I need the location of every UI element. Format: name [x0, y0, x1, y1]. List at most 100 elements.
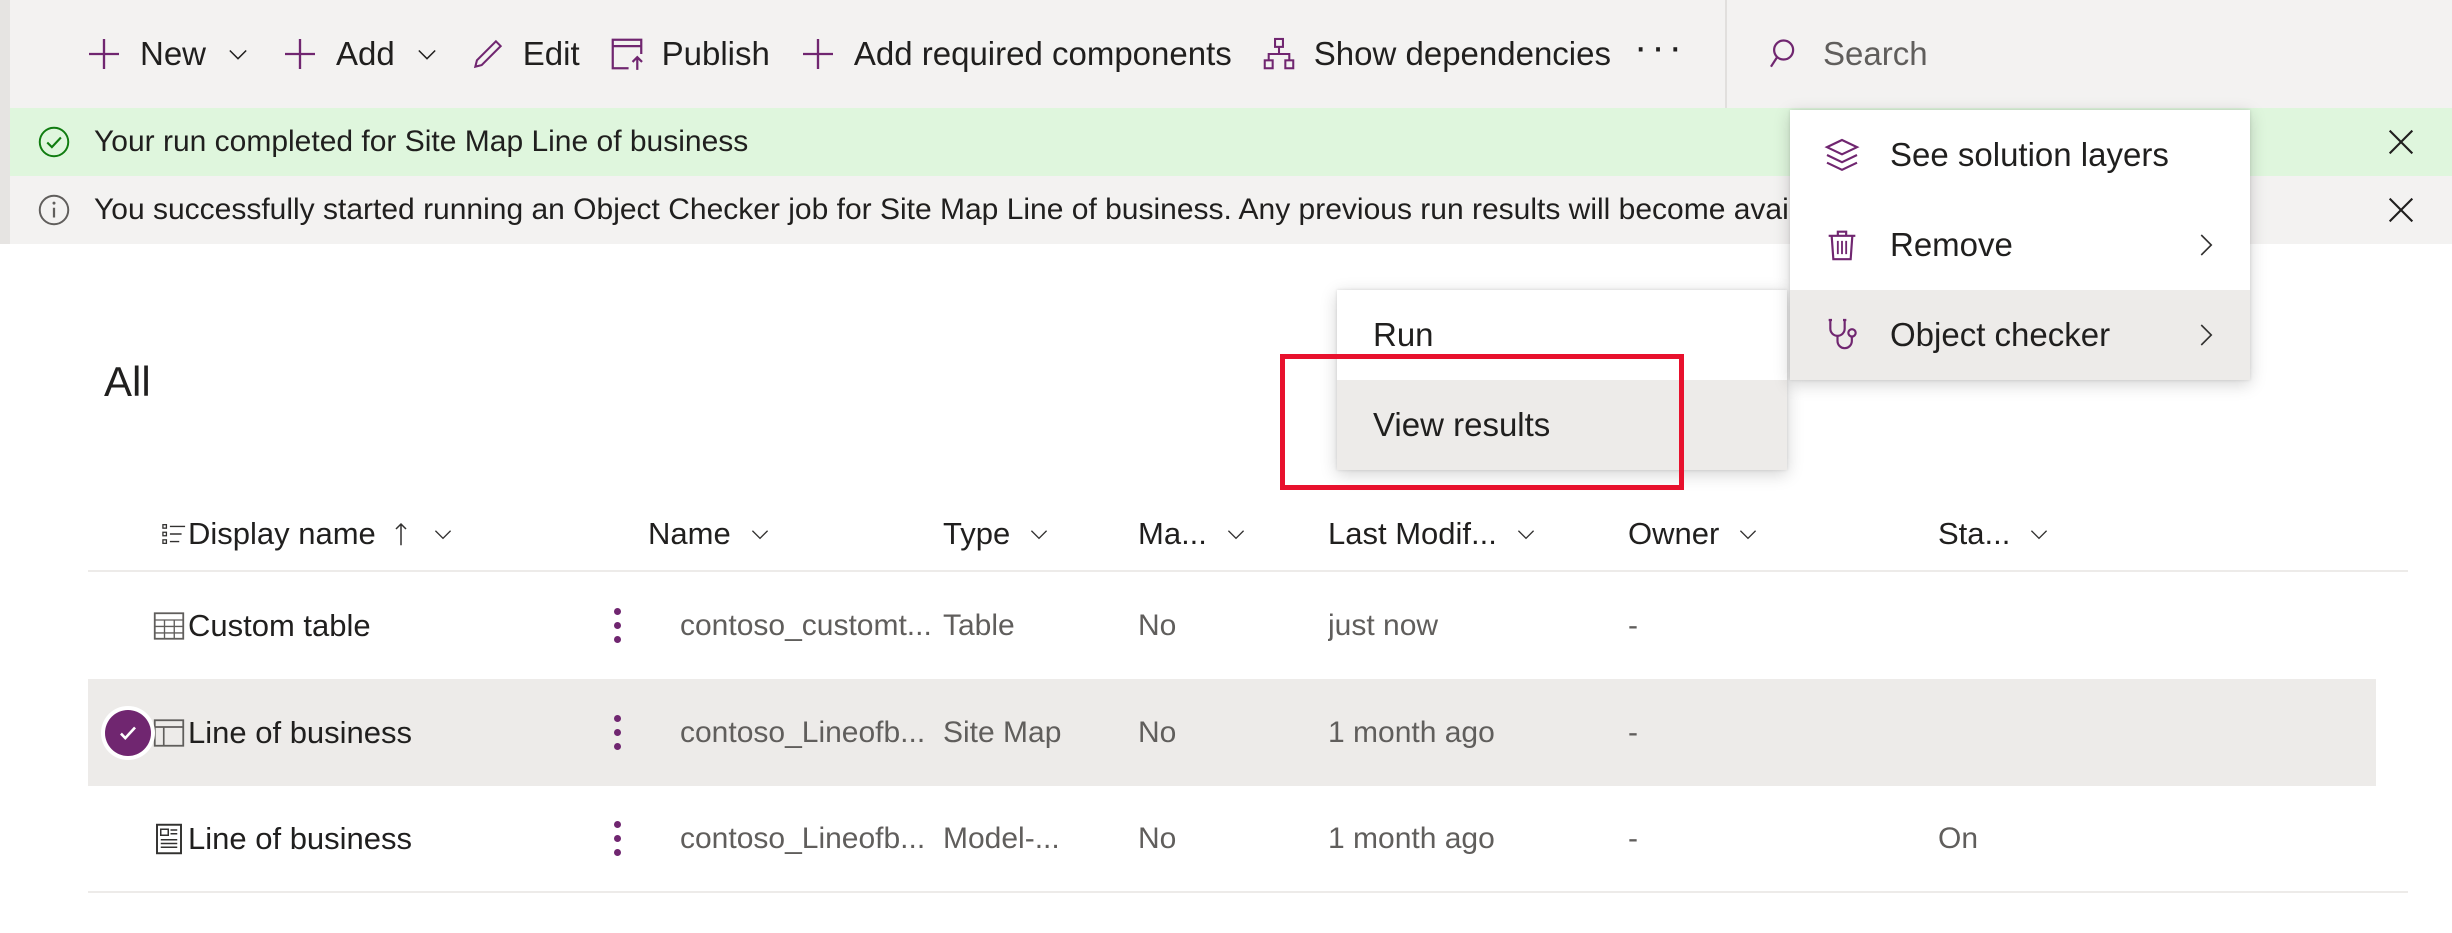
submenu-item-view-results[interactable]: View results [1337, 380, 1787, 470]
chevron-right-icon [2190, 320, 2220, 350]
pencil-icon [469, 35, 507, 73]
command-bar-items: New Add Edit [0, 0, 1956, 108]
dependencies-icon [1260, 35, 1298, 73]
more-commands-button[interactable]: ··· [1625, 0, 1695, 108]
cell-owner: - [1628, 609, 1938, 643]
show-dependencies-label: Show dependencies [1314, 35, 1611, 73]
search-icon [1767, 35, 1805, 73]
cell-last-modified: 1 month ago [1328, 822, 1628, 856]
chevron-down-icon[interactable] [430, 521, 456, 547]
column-header-name[interactable]: Name [648, 516, 943, 552]
cell-managed: No [1138, 822, 1328, 856]
cell-display-name: Line of business [188, 821, 586, 857]
cell-name: contoso_customt... [648, 609, 943, 643]
solution-objects-page: New Add Edit [0, 0, 2452, 933]
column-header-name-label: Name [648, 516, 731, 552]
close-icon[interactable] [2376, 185, 2426, 235]
table-row[interactable]: Line of business contoso_Lineofb... Mode… [88, 786, 2408, 893]
chevron-down-icon[interactable] [2026, 521, 2052, 547]
more-commands-label: ··· [1634, 42, 1686, 52]
cell-managed: No [1138, 609, 1328, 643]
search-placeholder: Search [1823, 35, 1928, 73]
chevron-down-icon[interactable] [1735, 521, 1761, 547]
plus-icon [798, 34, 838, 74]
table-row[interactable]: Custom table contoso_customt... Table No… [88, 572, 2408, 679]
column-header-owner[interactable]: Owner [1628, 516, 1938, 552]
grid-header-row: Display name Name Type Ma... [88, 498, 2408, 572]
close-icon[interactable] [2376, 117, 2426, 167]
cell-owner: - [1628, 716, 1938, 750]
success-message-text: Your run completed for Site Map Line of … [94, 125, 748, 159]
chevron-down-icon[interactable] [747, 521, 773, 547]
message-bar-left-edge [0, 176, 10, 244]
cell-last-modified: just now [1328, 609, 1628, 643]
cell-type: Model-... [943, 822, 1138, 856]
add-button-label: Add [336, 35, 395, 73]
new-button[interactable]: New [70, 0, 266, 108]
cell-managed: No [1138, 716, 1328, 750]
add-required-components-label: Add required components [854, 35, 1232, 73]
list-options-icon[interactable] [88, 515, 188, 553]
message-bar-left-edge [0, 108, 10, 176]
view-title: All [104, 358, 151, 406]
row-more-commands-button[interactable] [586, 715, 648, 750]
plus-icon [280, 34, 320, 74]
menu-item-object-checker[interactable]: Object checker [1790, 290, 2250, 380]
check-circle-icon [36, 124, 72, 160]
new-button-label: New [140, 35, 206, 73]
menu-item-see-solution-layers[interactable]: See solution layers [1790, 110, 2250, 200]
table-row[interactable]: Line of business contoso_Lineofb... Site… [88, 679, 2376, 786]
info-message-text: You successfully started running an Obje… [94, 193, 1852, 227]
edit-button[interactable]: Edit [455, 0, 594, 108]
plus-icon [84, 34, 124, 74]
column-header-type-label: Type [943, 516, 1010, 552]
row-more-commands-button[interactable] [586, 821, 648, 856]
show-dependencies-button[interactable]: Show dependencies [1246, 0, 1625, 108]
info-circle-icon [36, 192, 72, 228]
cell-display-name: Custom table [188, 608, 586, 644]
menu-item-object-checker-label: Object checker [1890, 316, 2110, 354]
chevron-down-icon[interactable] [1026, 521, 1052, 547]
menu-item-remove[interactable]: Remove [1790, 200, 2250, 290]
cell-name: contoso_Lineofb... [648, 716, 943, 750]
row-selected-checkbox[interactable] [88, 710, 168, 756]
publish-button[interactable]: Publish [594, 0, 784, 108]
submenu-item-run[interactable]: Run [1337, 290, 1787, 380]
cell-last-modified: 1 month ago [1328, 716, 1628, 750]
column-header-last-modified[interactable]: Last Modif... [1328, 516, 1628, 552]
table-icon [88, 608, 188, 644]
column-header-owner-label: Owner [1628, 516, 1719, 552]
column-header-display-name-label: Display name [188, 516, 376, 552]
column-header-display-name[interactable]: Display name [188, 516, 648, 552]
chevron-down-icon[interactable] [224, 40, 252, 68]
cell-type: Site Map [943, 716, 1138, 750]
trash-icon [1822, 225, 1876, 265]
edit-button-label: Edit [523, 35, 580, 73]
chevron-down-icon[interactable] [1513, 521, 1539, 547]
object-checker-submenu: Run View results [1337, 290, 1787, 470]
publish-icon [608, 35, 646, 73]
chevron-down-icon[interactable] [1223, 521, 1249, 547]
context-menu: See solution layers Remove [1790, 110, 2250, 380]
chevron-down-icon[interactable] [413, 40, 441, 68]
column-header-type[interactable]: Type [943, 516, 1138, 552]
command-bar: New Add Edit [0, 0, 2452, 108]
column-header-managed[interactable]: Ma... [1138, 516, 1328, 552]
add-button[interactable]: Add [266, 0, 455, 108]
check-icon [105, 710, 151, 756]
stethoscope-icon [1822, 315, 1876, 355]
menu-item-remove-label: Remove [1890, 226, 2013, 264]
column-header-managed-label: Ma... [1138, 516, 1207, 552]
search-input[interactable]: Search [1727, 0, 1956, 108]
column-header-status[interactable]: Sta... [1938, 516, 2198, 552]
submenu-item-run-label: Run [1373, 316, 1434, 354]
add-required-components-button[interactable]: Add required components [784, 0, 1246, 108]
modeldriven-app-icon [88, 821, 188, 857]
cell-status: On [1938, 822, 2198, 856]
row-more-commands-button[interactable] [586, 608, 648, 643]
sort-ascending-icon [388, 519, 414, 549]
command-bar-left-edge [0, 0, 10, 108]
menu-item-see-solution-layers-label: See solution layers [1890, 136, 2169, 174]
cell-name: contoso_Lineofb... [648, 822, 943, 856]
chevron-right-icon [2190, 230, 2220, 260]
